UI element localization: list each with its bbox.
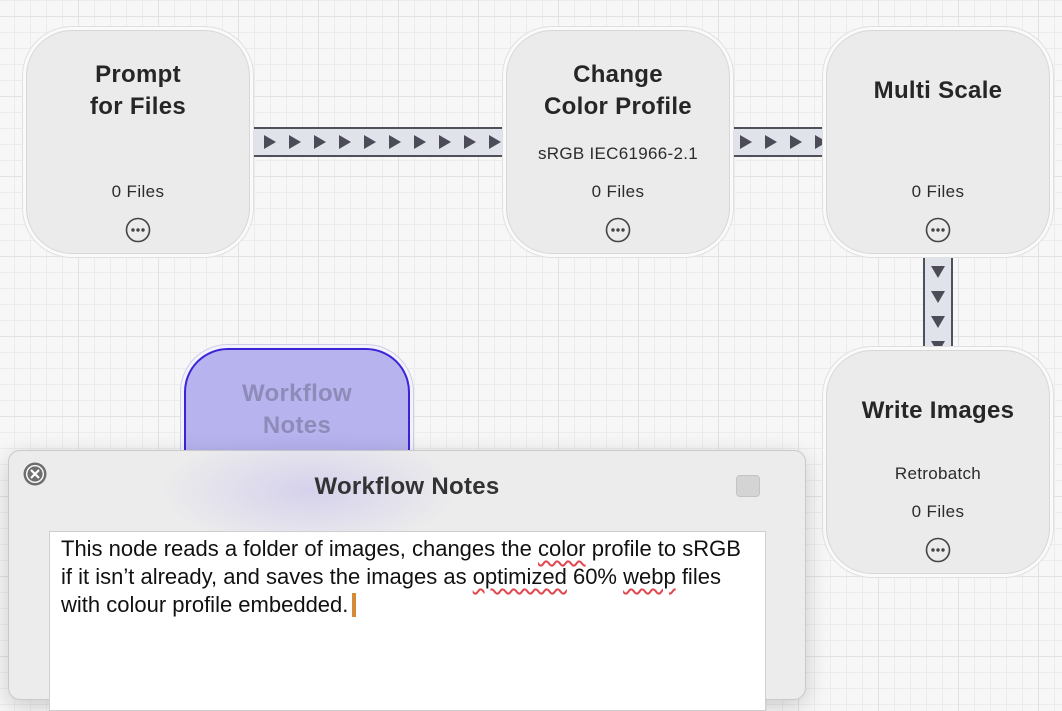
workflow-canvas[interactable]: Prompt for Files 0 Files Change Color Pr… [0, 0, 1062, 711]
misspelled-word: optimized [472, 564, 567, 589]
connector-color-profile-to-multi-scale [732, 127, 826, 157]
notes-text: This node reads a folder of images, chan… [61, 536, 538, 561]
misspelled-word: webp [623, 564, 676, 589]
notes-text: 60% [566, 564, 624, 589]
file-count: 0 Files [111, 182, 165, 201]
connector-prompt-to-color-profile [252, 127, 504, 157]
node-write-images[interactable]: Write Images Retrobatch 0 Files [826, 350, 1050, 574]
node-change-color-profile[interactable]: Change Color Profile sRGB IEC61966-2.1 0… [506, 30, 730, 254]
output-setting: Retrobatch [894, 464, 982, 483]
node-prompt-for-files[interactable]: Prompt for Files 0 Files [26, 30, 250, 254]
color-profile-setting: sRGB IEC61966-2.1 [537, 144, 699, 163]
node-title: Multi Scale [873, 77, 1003, 104]
flow-arrows [264, 135, 501, 149]
file-count: 0 Files [911, 182, 965, 201]
ellipsis-circle-icon[interactable] [125, 217, 151, 243]
ellipsis-circle-icon[interactable] [925, 217, 951, 243]
ellipsis-circle-icon[interactable] [925, 537, 951, 563]
misspelled-word: color [537, 536, 586, 561]
file-count: 0 Files [911, 502, 965, 521]
node-title: Change Color Profile [544, 61, 692, 120]
connector-multi-scale-to-write-images [923, 258, 953, 350]
ellipsis-circle-icon[interactable] [605, 217, 631, 243]
flow-arrows [931, 266, 945, 350]
node-title: Workflow Notes [242, 380, 352, 439]
popover-title: Workflow Notes [314, 473, 500, 500]
notes-text-area[interactable]: This node reads a folder of images, chan… [49, 531, 766, 711]
node-title: Write Images [861, 397, 1015, 424]
workflow-notes-popover: Workflow Notes This node reads a folder … [8, 431, 806, 711]
node-title: Prompt for Files [89, 61, 187, 120]
flow-arrows [740, 135, 826, 149]
popover-option-button[interactable] [736, 475, 760, 497]
file-count: 0 Files [591, 182, 645, 201]
text-caret [352, 593, 357, 617]
node-multi-scale[interactable]: Multi Scale 0 Files [826, 30, 1050, 254]
